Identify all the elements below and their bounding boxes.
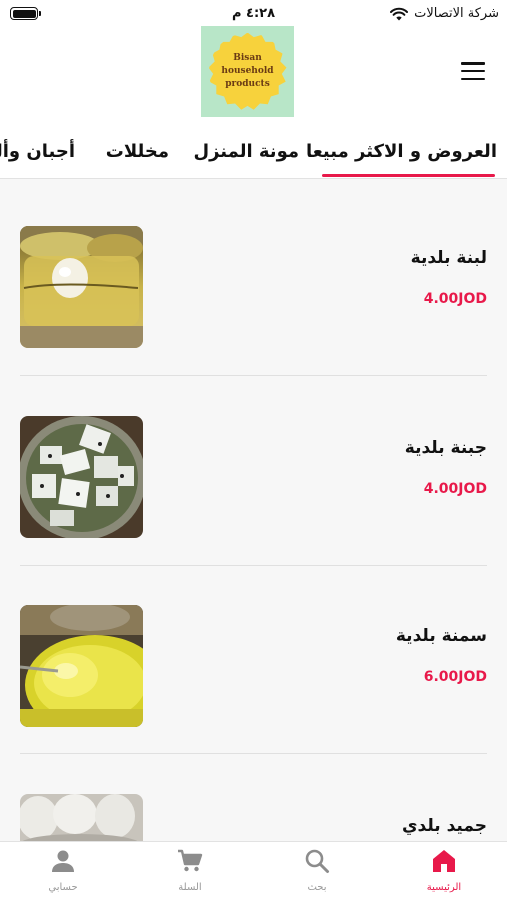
logo-line-1: Bisan xyxy=(233,53,262,63)
product-item[interactable]: جبنة بلدية 4.00JOD xyxy=(0,370,507,566)
hamburger-menu-icon[interactable] xyxy=(461,62,485,80)
tab-pickles[interactable]: مخللات xyxy=(106,141,169,162)
nav-cart-label: السلة xyxy=(178,882,202,893)
carrier-info: شركة الاتصالات xyxy=(390,6,499,21)
logo-line-2: household xyxy=(221,66,274,76)
product-price: 4.00JOD xyxy=(423,481,487,497)
logo-line-3: products xyxy=(225,79,270,89)
product-item[interactable]: جميد بلدي xyxy=(0,750,507,841)
home-icon xyxy=(433,850,455,872)
nav-cart[interactable]: السلة xyxy=(127,842,253,900)
active-tab-indicator xyxy=(322,174,495,177)
product-image-labneh[interactable] xyxy=(20,226,143,348)
product-name: جميد بلدي xyxy=(401,816,487,836)
cart-icon xyxy=(178,849,203,872)
nav-home-label: الرئيسية xyxy=(426,882,462,893)
nav-account-label: حسابي xyxy=(48,882,78,893)
product-image-cheese[interactable] xyxy=(20,416,143,538)
product-price: 6.00JOD xyxy=(423,669,487,685)
wifi-icon xyxy=(390,7,409,20)
app-header: Bisan household products xyxy=(0,26,507,123)
carrier-name: شركة الاتصالات xyxy=(414,6,499,21)
search-icon xyxy=(305,849,329,873)
tab-home-provisions[interactable]: مونة المنزل xyxy=(193,141,299,162)
status-bar: ٤:٢٨ م شركة الاتصالات xyxy=(0,0,507,28)
nav-account[interactable]: حسابي xyxy=(0,842,126,900)
product-image-jameed[interactable] xyxy=(20,794,143,841)
product-list: لبنة بلدية 4.00JOD جبنة بلدية 4.00JOD سم… xyxy=(0,180,507,841)
person-icon xyxy=(52,850,74,872)
store-logo[interactable]: Bisan household products xyxy=(201,26,294,117)
tab-offers-bestsellers[interactable]: العروض و الاكثر مبيعا xyxy=(306,141,497,162)
product-item[interactable]: سمنة بلدية 6.00JOD xyxy=(0,560,507,754)
product-price: 4.00JOD xyxy=(423,291,487,307)
logo-badge: Bisan household products xyxy=(208,32,287,110)
category-tabs: العروض و الاكثر مبيعا مونة المنزل مخللات… xyxy=(0,123,507,179)
product-item[interactable]: لبنة بلدية 4.00JOD xyxy=(0,180,507,376)
nav-home[interactable]: الرئيسية xyxy=(381,842,507,900)
product-name: لبنة بلدية xyxy=(410,248,487,268)
nav-search[interactable]: بحث xyxy=(254,842,380,900)
nav-search-label: بحث xyxy=(307,882,327,893)
product-name: سمنة بلدية xyxy=(395,626,487,646)
tab-cheese-dairy[interactable]: أجبان وألبان xyxy=(0,141,75,162)
product-name: جبنة بلدية xyxy=(404,438,487,458)
product-image-ghee[interactable] xyxy=(20,605,143,727)
bottom-navigation: الرئيسية بحث السلة حسابي xyxy=(0,841,507,900)
